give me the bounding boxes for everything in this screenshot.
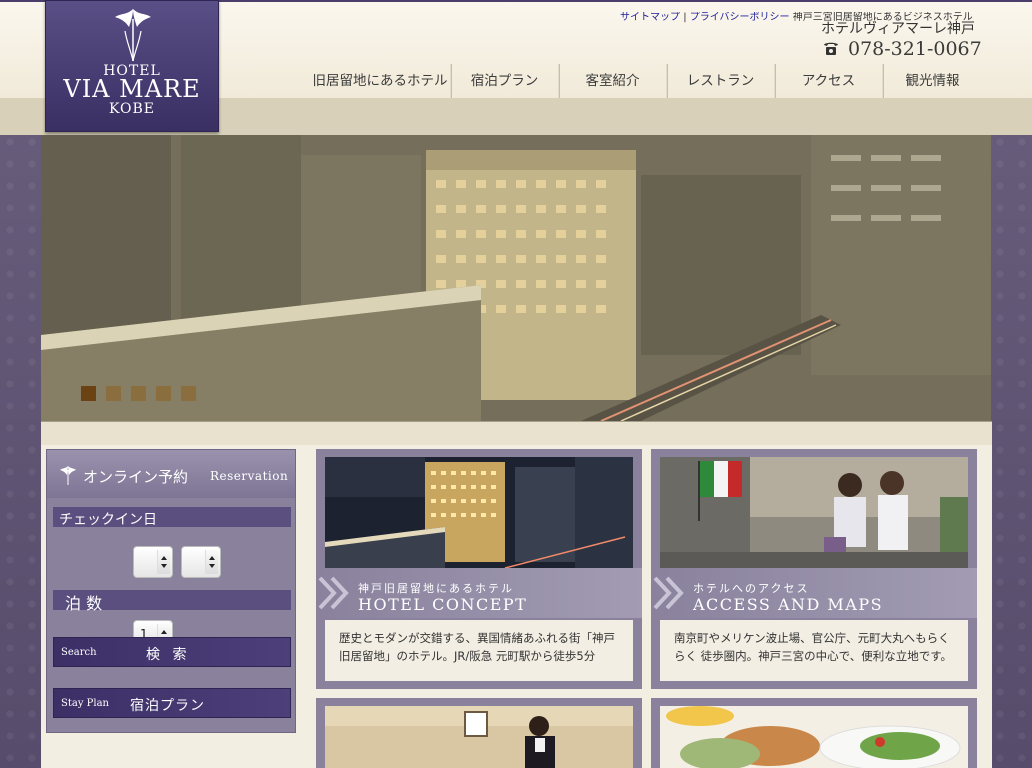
slide-dot-2[interactable] bbox=[106, 386, 121, 401]
hotel-name: ホテルヴィアマーレ神戸 bbox=[821, 21, 975, 37]
reservation-widget: オンライン予約 Reservation チェックイン日 泊 数 1 Search… bbox=[46, 449, 296, 733]
chevron-right-icon bbox=[318, 576, 349, 610]
slide-dot-3[interactable] bbox=[131, 386, 146, 401]
hero-overlay bbox=[41, 135, 991, 421]
reservation-header: オンライン予約 Reservation bbox=[47, 450, 295, 498]
access-card[interactable]: ホテルへのアクセス ACCESS AND MAPS 南京町やメリケン波止場、官公… bbox=[651, 449, 977, 689]
reservation-title-en: Reservation bbox=[210, 469, 289, 483]
stay-plan-button-label: 宿泊プラン bbox=[130, 698, 205, 714]
slideshow-indicators bbox=[81, 386, 196, 401]
sitemap-link[interactable]: サイトマップ bbox=[620, 12, 680, 23]
slide-dot-5[interactable] bbox=[181, 386, 196, 401]
nights-label-bar: 泊 数 bbox=[53, 590, 291, 613]
select-arrows-icon bbox=[205, 550, 218, 574]
nav-item-sightseeing[interactable]: 観光情報 bbox=[882, 64, 982, 98]
content-top-strip bbox=[41, 421, 992, 445]
nav-item-stay-plan[interactable]: 宿泊プラン bbox=[450, 64, 558, 98]
search-button[interactable]: Search 検 索 bbox=[53, 637, 291, 667]
phone-value: 078-321-0067 bbox=[848, 38, 982, 60]
hotel-concept-subtitle: 神戸旧居留地にあるホテル bbox=[358, 582, 514, 595]
slide-dot-1[interactable] bbox=[81, 386, 96, 401]
telephone-icon bbox=[824, 42, 838, 55]
nav-item-access[interactable]: アクセス bbox=[774, 64, 882, 98]
search-button-en: Search bbox=[61, 647, 97, 658]
checkin-label-bar: チェックイン日 bbox=[53, 507, 291, 528]
global-nav: 旧居留地にあるホテル 宿泊プラン 客室紹介 レストラン アクセス 観光情報 bbox=[310, 64, 982, 98]
restaurant-card[interactable] bbox=[651, 698, 977, 768]
reservation-title: オンライン予約 bbox=[83, 468, 189, 486]
hotel-logo[interactable]: HOTEL VIA MARE KOBE bbox=[45, 0, 219, 132]
staff-room-photo bbox=[325, 706, 633, 768]
hotel-concept-title: HOTEL CONCEPT bbox=[358, 595, 528, 614]
hotel-concept-description: 歴史とモダンが交錯する、異国情緒あふれる街「神戸旧居留地」のホテル。JR/阪急 … bbox=[325, 620, 633, 681]
checkin-label: チェックイン日 bbox=[59, 512, 157, 528]
hotel-concept-card[interactable]: 神戸旧居留地にあるホテル HOTEL CONCEPT 歴史とモダンが交錯する、異… bbox=[316, 449, 642, 689]
women-street-photo bbox=[660, 457, 968, 568]
privacy-policy-link[interactable]: プライバシーポリシー bbox=[690, 12, 790, 23]
stay-plan-button-en: Stay Plan bbox=[61, 698, 109, 709]
stay-plan-button[interactable]: Stay Plan 宿泊プラン bbox=[53, 688, 291, 718]
access-title-bar: ホテルへのアクセス ACCESS AND MAPS bbox=[651, 568, 977, 618]
phone-number: 078-321-0067 bbox=[822, 38, 982, 60]
nav-item-restaurant[interactable]: レストラン bbox=[666, 64, 774, 98]
search-button-label: 検 索 bbox=[146, 647, 191, 663]
logo-line3: KOBE bbox=[108, 101, 156, 117]
logo-line2: VIA MARE bbox=[63, 75, 201, 103]
flower-icon bbox=[60, 466, 76, 485]
access-subtitle: ホテルへのアクセス bbox=[693, 582, 810, 595]
rooms-card[interactable] bbox=[316, 698, 642, 768]
slide-dot-4[interactable] bbox=[156, 386, 171, 401]
nav-item-rooms[interactable]: 客室紹介 bbox=[558, 64, 666, 98]
select-arrows-icon bbox=[157, 550, 170, 574]
nights-label: 泊 数 bbox=[65, 594, 103, 613]
breakfast-photo bbox=[660, 706, 968, 768]
hero-slideshow bbox=[41, 135, 991, 421]
chevron-right-icon bbox=[653, 576, 684, 610]
access-description: 南京町やメリケン波止場、官公庁、元町大丸へもらくらく 徒歩圏内。神戸三宮の中心で… bbox=[660, 620, 968, 681]
nav-item-hotel-concept[interactable]: 旧居留地にあるホテル bbox=[310, 64, 450, 98]
access-title: ACCESS AND MAPS bbox=[693, 595, 884, 614]
flower-emblem-icon bbox=[115, 9, 151, 62]
hotel-night-photo bbox=[325, 457, 633, 568]
link-separator: | bbox=[683, 12, 687, 23]
checkin-day-select[interactable] bbox=[181, 546, 221, 578]
checkin-month-select[interactable] bbox=[133, 546, 173, 578]
hotel-concept-title-bar: 神戸旧居留地にあるホテル HOTEL CONCEPT bbox=[316, 568, 642, 618]
